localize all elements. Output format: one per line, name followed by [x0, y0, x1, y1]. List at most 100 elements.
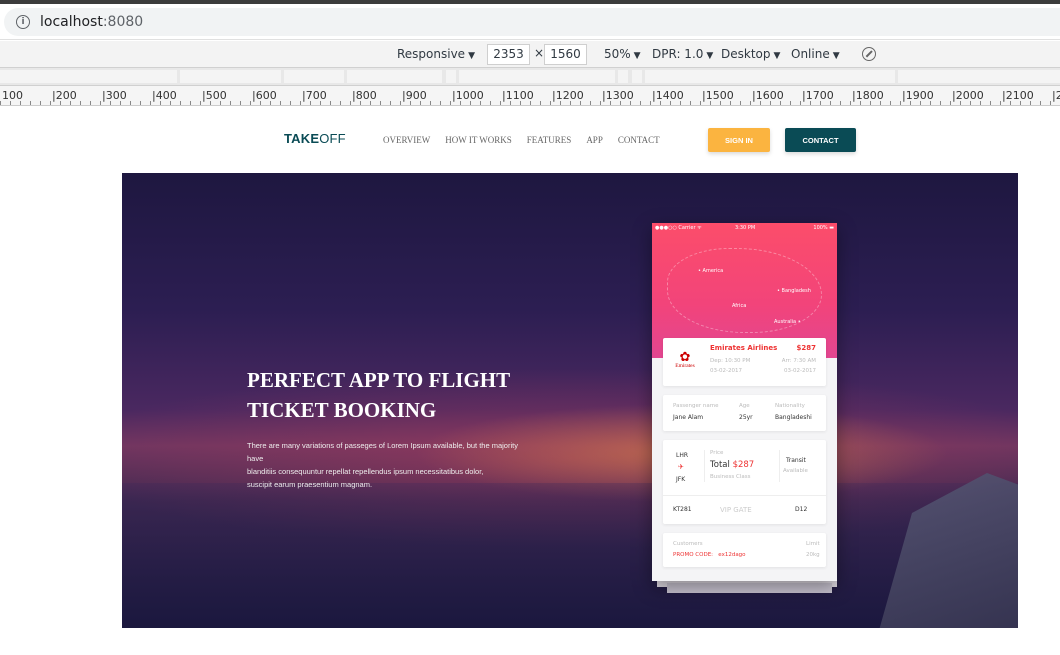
- contact-button[interactable]: CONTACT: [785, 128, 856, 152]
- ruler-label: |200: [52, 89, 77, 102]
- total-price: Total $287: [710, 460, 755, 470]
- height-input[interactable]: 1560: [544, 44, 587, 65]
- ruler-label: |1200: [552, 89, 584, 102]
- ruler-tick: [520, 101, 521, 105]
- ruler-tick: [1010, 101, 1011, 105]
- ruler-tick: [940, 101, 941, 105]
- hero-sea: [122, 483, 1018, 628]
- ruler-tick: [300, 101, 301, 105]
- ruler-label: |900: [402, 89, 427, 102]
- ruler-label: |1800: [852, 89, 884, 102]
- url-field[interactable]: i localhost:8080: [4, 8, 1060, 36]
- ruler-tick: [270, 101, 271, 105]
- passenger-card: Passenger name Jane Alam Age 25yr Nation…: [663, 395, 826, 431]
- ruler-tick: [650, 101, 651, 105]
- media-query-bar[interactable]: [0, 68, 1060, 86]
- ruler-tick: [30, 101, 31, 105]
- ruler-tick: [80, 101, 81, 105]
- ruler-tick: [10, 101, 11, 105]
- ruler-tick: [360, 101, 361, 105]
- zoom-select[interactable]: 50% ▼: [604, 47, 641, 61]
- ruler-tick: [690, 101, 691, 105]
- device-toolbar: Responsive ▼ 2353 × 1560 50% ▼ DPR: 1.0 ▼ D…: [0, 41, 1060, 68]
- promo-card: Customers PROMO CODE: ex12dago Limit 20k…: [663, 533, 826, 567]
- ticket-class: Business Class: [710, 474, 751, 480]
- nationality-label: Nationality: [775, 403, 805, 409]
- ruler-tick: [880, 101, 881, 105]
- ruler-tick: [510, 101, 511, 105]
- ruler-tick: [580, 101, 581, 105]
- ruler-tick: [840, 101, 841, 105]
- ruler-tick: [230, 101, 231, 105]
- nav-item-how-it-works[interactable]: HOW IT WORKS: [445, 135, 512, 145]
- device-select[interactable]: Responsive ▼: [397, 47, 475, 61]
- departure-time: Dep: 10:30 PM: [710, 358, 751, 364]
- ruler-tick: [260, 101, 261, 105]
- map-label-america: • America: [698, 268, 724, 274]
- origin-code: LHR: [676, 452, 689, 459]
- airline-name: Emirates Airlines: [710, 344, 778, 352]
- ruler-tick: [330, 101, 331, 105]
- ruler-tick: [790, 101, 791, 105]
- url-text[interactable]: localhost:8080: [40, 14, 143, 30]
- ruler-tick: [340, 101, 341, 105]
- ruler-tick: [740, 101, 741, 105]
- ruler-tick: [680, 101, 681, 105]
- ruler-tick: [420, 101, 421, 105]
- ruler-tick: [710, 101, 711, 105]
- price-label: Price: [710, 450, 724, 456]
- ruler-tick: [120, 101, 121, 105]
- mode-select[interactable]: Desktop ▼: [721, 47, 780, 61]
- ruler-tick: [280, 101, 281, 105]
- hero-title: PERFECT APP TO FLIGHT TICKET BOOKING: [247, 368, 511, 422]
- ruler-tick: [180, 101, 181, 105]
- dpr-select[interactable]: DPR: 1.0 ▼: [652, 47, 713, 61]
- ruler-tick: [930, 101, 931, 105]
- ruler-tick: [870, 101, 871, 105]
- ruler-tick: [170, 101, 171, 105]
- ruler-tick: [780, 101, 781, 105]
- ruler-label: |2100: [1002, 89, 1034, 102]
- ruler-label: |1700: [802, 89, 834, 102]
- ruler-tick: [850, 101, 851, 105]
- ruler-tick: [670, 101, 671, 105]
- ruler-tick: [1040, 101, 1041, 105]
- transit-label: Transit: [786, 457, 806, 464]
- site-nav: TAKEOFF OVERVIEW HOW IT WORKS FEATURES A…: [0, 107, 1060, 173]
- flight-card[interactable]: ✿ Emirates Emirates Airlines $287 Dep: 10…: [663, 338, 826, 386]
- sign-in-button[interactable]: SIGN IN: [708, 128, 770, 152]
- ruler-label: |1600: [752, 89, 784, 102]
- ruler-tick: [40, 101, 41, 105]
- ruler-tick: [490, 101, 491, 105]
- ruler-label: |700: [302, 89, 327, 102]
- rotate-icon[interactable]: [862, 47, 876, 61]
- network-select[interactable]: Online ▼: [791, 47, 840, 61]
- dimension-separator: ×: [534, 46, 545, 60]
- nav-item-overview[interactable]: OVERVIEW: [383, 135, 430, 145]
- hero-section: PERFECT APP TO FLIGHT TICKET BOOKING Ther…: [122, 173, 1018, 628]
- ruler-tick: [820, 101, 821, 105]
- passenger-name: Jane Alam: [673, 414, 704, 421]
- ruler-tick: [450, 101, 451, 105]
- nav-item-features[interactable]: FEATURES: [527, 135, 572, 145]
- ruler-tick: [430, 101, 431, 105]
- ruler-tick: [970, 101, 971, 105]
- width-input[interactable]: 2353: [487, 44, 530, 65]
- ruler-tick: [130, 101, 131, 105]
- ruler-tick: [720, 101, 721, 105]
- ruler-tick: [470, 101, 471, 105]
- ruler-tick: [980, 101, 981, 105]
- nav-item-app[interactable]: APP: [586, 135, 603, 145]
- ruler-tick: [1050, 101, 1051, 105]
- ruler-tick: [440, 101, 441, 105]
- site-logo[interactable]: TAKEOFF: [284, 131, 346, 146]
- nav-item-contact[interactable]: CONTACT: [618, 135, 660, 145]
- ruler: 100 |200 |300 |400 |500 |600 |700 |800 |900 |1000…: [0, 86, 1060, 106]
- phone-mockup: ●●●○○ Carrier ᯤ 3:30 PM 100% ▬ • America…: [652, 223, 837, 581]
- seat-number: D12: [795, 506, 808, 513]
- map-label-australia: Australia •: [774, 319, 801, 325]
- info-icon[interactable]: i: [16, 15, 30, 29]
- ruler-tick: [310, 101, 311, 105]
- ruler-tick: [0, 101, 1, 105]
- ruler-label: |500: [202, 89, 227, 102]
